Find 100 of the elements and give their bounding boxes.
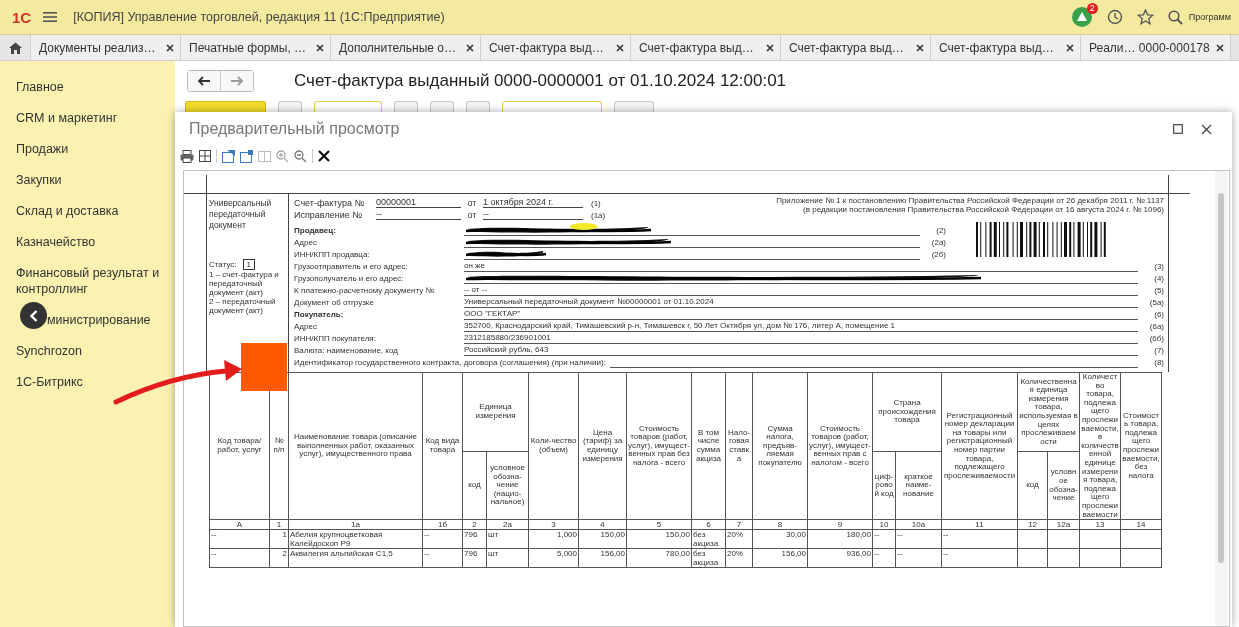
fill-in-line: 2312185880/236901001 [464,332,1138,344]
line-code: (8) [1153,358,1164,368]
column-header: код [462,451,487,520]
field-label: ИНН/КПП покупателя: [294,334,377,344]
table-cell: 30,00 [752,529,808,549]
tab[interactable]: Дополнительные о… [331,35,481,60]
column-number: 2 [462,519,487,530]
table-cell: 5,000 [528,548,579,568]
arrow-left-icon [197,76,211,86]
column-header: Стоимость товара, подлежащего прослеживаемости, без налога [1120,372,1162,520]
close-icon[interactable] [1216,43,1224,52]
line-code: (6б) [1148,334,1164,344]
field-label: Документ об отгрузке [294,298,375,308]
close-icon[interactable] [1201,123,1212,135]
window-title: [КОПИЯ] Управление торговлей, редакция 11 (1С:Предприятие) [73,10,445,24]
tab[interactable]: Счет-фактура выд… [931,35,1081,60]
table-cell: -- [895,529,942,549]
line-code: (4) [1153,274,1164,284]
zoom-out-icon[interactable] [294,149,307,163]
column-number: 13 [1079,519,1121,530]
column-header: Стоимость товаров (работ, услуг), имущест-венных прав без налога - всего [626,372,692,520]
line-code: (1) [591,199,601,208]
page-icon[interactable] [222,149,235,163]
table-cell: 156,00 [752,548,808,568]
field-label: Счет-фактура № [294,198,366,208]
table-cell: 20% [725,548,753,568]
column-number: 10а [895,519,942,530]
notice-text: (в редакции постановления Правительства Российской Федерации от 16 августа 2024 г. № 1096) [802,205,1164,214]
sidebar-item[interactable]: CRM и маркетинг [0,102,175,133]
fill-in-line: Российский рубль, 643 [464,344,1138,356]
close-icon[interactable] [318,150,330,162]
page-icon[interactable] [240,149,253,163]
tab[interactable]: Счет-фактура выд… [631,35,781,60]
tab[interactable]: Документы реализ… [31,35,181,60]
field-value: 00000001 [376,197,461,208]
close-icon[interactable] [916,43,924,52]
column-header: Наименование товара (описание выполненных работ, оказанных услуг), имущественного права [288,372,423,520]
field-value: 1 октября 2024 г. [483,197,583,208]
grid-icon[interactable] [199,150,211,162]
sidebar-item[interactable]: Казначейство [0,226,175,257]
back-button[interactable] [188,71,220,91]
close-icon[interactable] [166,43,174,52]
tab[interactable]: Реали… 0000-000178 [1081,35,1231,60]
menu-icon[interactable] [43,11,58,23]
print-icon[interactable] [180,149,194,163]
scrollbar[interactable] [1215,171,1227,626]
field-label: Адрес [294,238,318,248]
status-legend: 1 – счет-фактура и передаточный документ (акт) [209,270,288,297]
scrollbar-thumb[interactable] [1218,193,1224,563]
close-icon[interactable] [466,43,474,52]
sidebar-item[interactable]: Закупки [0,164,175,195]
column-number: 10 [872,519,896,530]
table-cell: -- [209,548,270,568]
chevron-left-icon [29,309,38,322]
table-cell: -- [422,529,463,549]
close-icon[interactable] [766,43,774,52]
status-value: 1 [242,259,255,270]
column-header: Коли-чество (объем) [528,372,579,520]
sidebar-item[interactable]: Synchrozon [0,335,175,366]
field-label: Грузополучатель и его адрес: [294,274,405,284]
field-value: -- [483,209,583,220]
sidebar-item[interactable]: министрирование [0,304,175,335]
notification-icon[interactable] [1070,6,1093,28]
column-header: Страна происхождения товара [872,372,942,452]
table-cell: 936,00 [807,548,873,568]
search-icon[interactable] [1167,9,1183,25]
close-icon[interactable] [616,43,624,52]
sidebar-item[interactable]: Склад и доставка [0,195,175,226]
column-header: Единица измерения [462,372,529,452]
line-code: (2б) [930,250,946,260]
sidebar-item[interactable]: Финансовый результат и контроллинг [0,257,175,304]
tab[interactable]: Печатные формы, … [181,35,331,60]
field-label: Грузоотправитель и его адрес: [294,262,409,272]
star-icon[interactable] [1136,9,1154,25]
column-number: 12а [1047,519,1080,530]
column-number: 8 [752,519,808,530]
sidebar-item[interactable]: Главное [0,71,175,102]
field-label: от [466,198,478,208]
sidebar-item[interactable]: 1С-Битрикс [0,366,175,397]
sidebar-item[interactable]: Продажи [0,133,175,164]
line-code: (2а) [930,238,946,248]
search-label[interactable]: Программ [1188,12,1231,22]
tab[interactable]: Счет-фактура выд… [481,35,631,60]
close-icon[interactable] [316,43,324,52]
status-label: Статус: [209,260,237,269]
column-header: Цена (тариф) за единицу измерения [578,372,627,520]
close-icon[interactable] [1066,43,1074,52]
column-header: В том числе сумма акциза [691,372,726,520]
tab[interactable]: Счет-фактура выд… [781,35,931,60]
table-cell: 150,00 [578,529,627,549]
table-cell: -- [209,529,270,549]
history-icon[interactable] [1106,9,1123,25]
column-header: код [1017,451,1048,520]
table-cell: 796 [462,548,487,568]
notification-badge: 2 [1086,3,1098,14]
column-number: 6 [691,519,726,530]
maximize-icon[interactable] [1173,124,1183,134]
document-type: Универсальный передаточный документ [209,198,273,231]
field-label: Продавец: [294,226,337,236]
table-cell: -- [422,548,463,568]
